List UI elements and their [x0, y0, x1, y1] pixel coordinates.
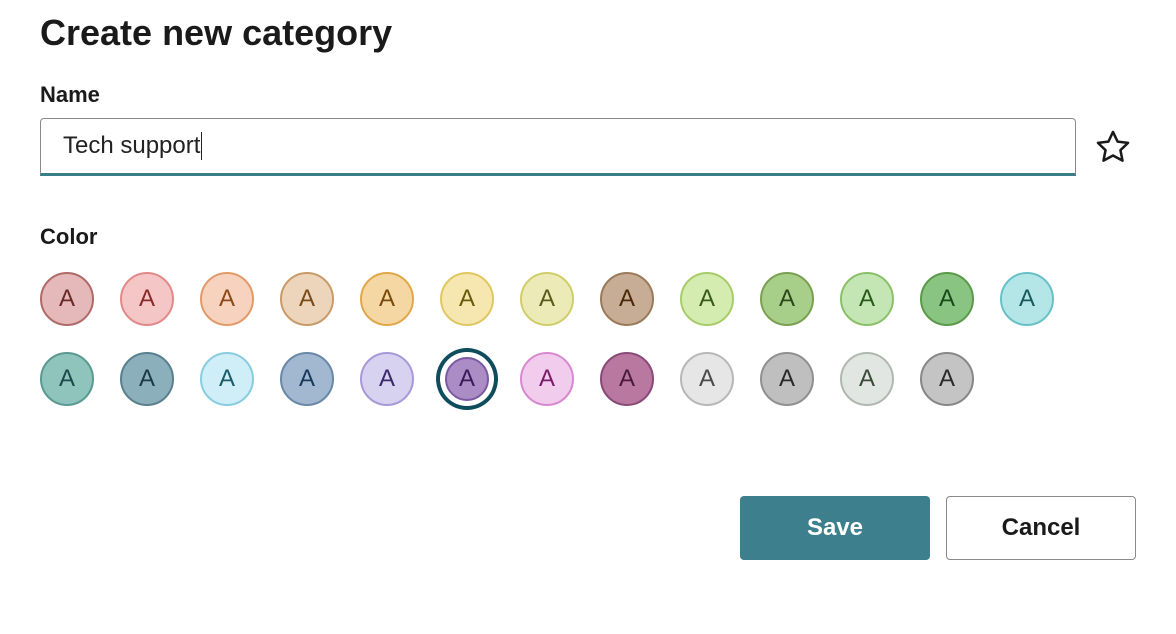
- color-swatch-15[interactable]: A: [200, 352, 254, 406]
- color-swatch-6[interactable]: A: [520, 272, 574, 326]
- color-swatch-22[interactable]: A: [760, 352, 814, 406]
- color-swatch-letter: A: [760, 272, 814, 326]
- color-swatch-letter: A: [520, 352, 574, 406]
- color-swatch-letter: A: [440, 272, 494, 326]
- color-swatch-letter: A: [920, 352, 974, 406]
- color-swatch-8[interactable]: A: [680, 272, 734, 326]
- color-swatch-letter: A: [1000, 272, 1054, 326]
- color-swatch-11[interactable]: A: [920, 272, 974, 326]
- color-label: Color: [40, 224, 1136, 250]
- color-swatch-23[interactable]: A: [840, 352, 894, 406]
- color-swatch-10[interactable]: A: [840, 272, 894, 326]
- name-input[interactable]: Tech support: [40, 118, 1076, 176]
- color-swatch-13[interactable]: A: [40, 352, 94, 406]
- color-swatch-letter: A: [760, 352, 814, 406]
- color-swatch-letter: A: [200, 352, 254, 406]
- color-swatch-7[interactable]: A: [600, 272, 654, 326]
- color-section: Color AAAAAAAAAAAAAAAAAAAAAAAAA: [40, 224, 1136, 406]
- color-swatch-letter: A: [200, 272, 254, 326]
- color-swatch-letter: A: [520, 272, 574, 326]
- color-swatch-24[interactable]: A: [920, 352, 974, 406]
- name-input-value: Tech support: [63, 132, 200, 160]
- color-swatch-12[interactable]: A: [1000, 272, 1054, 326]
- color-swatch-letter: A: [680, 352, 734, 406]
- cancel-button[interactable]: Cancel: [946, 496, 1136, 560]
- color-swatch-letter: A: [920, 272, 974, 326]
- color-swatch-letter: A: [120, 352, 174, 406]
- color-swatch-letter: A: [360, 352, 414, 406]
- color-swatch-letter: A: [40, 272, 94, 326]
- color-swatch-letter: A: [840, 352, 894, 406]
- color-swatch-17[interactable]: A: [360, 352, 414, 406]
- color-swatch-letter: A: [600, 352, 654, 406]
- favorite-toggle[interactable]: [1090, 124, 1136, 170]
- name-row: Tech support: [40, 118, 1136, 176]
- color-swatch-letter: A: [840, 272, 894, 326]
- color-swatch-14[interactable]: A: [120, 352, 174, 406]
- color-swatch-1[interactable]: A: [120, 272, 174, 326]
- color-swatch-5[interactable]: A: [440, 272, 494, 326]
- color-swatch-letter: A: [600, 272, 654, 326]
- name-label: Name: [40, 82, 1136, 108]
- dialog-actions: Save Cancel: [40, 496, 1136, 560]
- color-swatch-20[interactable]: A: [600, 352, 654, 406]
- color-swatch-4[interactable]: A: [360, 272, 414, 326]
- color-swatch-letter: A: [445, 357, 489, 401]
- color-swatch-letter: A: [360, 272, 414, 326]
- dialog-title: Create new category: [40, 12, 1136, 54]
- color-swatch-18[interactable]: A: [440, 352, 494, 406]
- color-swatch-letter: A: [40, 352, 94, 406]
- color-swatch-2[interactable]: A: [200, 272, 254, 326]
- color-swatch-21[interactable]: A: [680, 352, 734, 406]
- save-button[interactable]: Save: [740, 496, 930, 560]
- text-cursor: [201, 132, 202, 160]
- color-swatch-19[interactable]: A: [520, 352, 574, 406]
- color-grid: AAAAAAAAAAAAAAAAAAAAAAAAA: [40, 272, 1100, 406]
- color-swatch-16[interactable]: A: [280, 352, 334, 406]
- color-swatch-letter: A: [280, 272, 334, 326]
- color-swatch-0[interactable]: A: [40, 272, 94, 326]
- color-swatch-9[interactable]: A: [760, 272, 814, 326]
- color-swatch-3[interactable]: A: [280, 272, 334, 326]
- color-swatch-letter: A: [680, 272, 734, 326]
- star-icon: [1094, 128, 1132, 166]
- color-swatch-letter: A: [280, 352, 334, 406]
- color-swatch-letter: A: [120, 272, 174, 326]
